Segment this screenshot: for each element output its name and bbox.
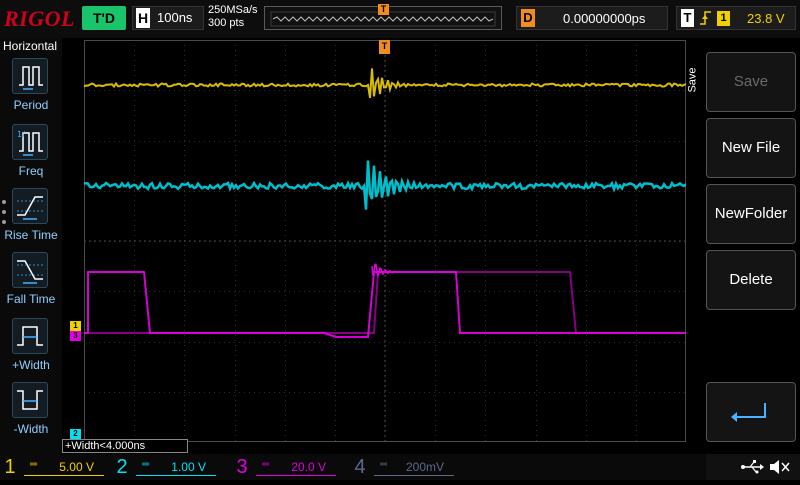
channel-3-ringing	[372, 264, 414, 275]
new-file-button[interactable]: New File	[706, 118, 796, 178]
menu-title: Horizontal	[3, 39, 57, 53]
rise-time-label: Rise Time	[0, 228, 62, 242]
measure-positive-width[interactable]: +Width	[0, 318, 62, 380]
enter-button[interactable]	[706, 382, 796, 442]
trigger-readout[interactable]: T 1 23.8 V	[676, 6, 796, 30]
save-menu: Save Save New File NewFolder Delete	[688, 38, 800, 454]
sample-rate: 250MSa/s	[208, 4, 258, 17]
frequency-label: Freq	[0, 164, 62, 178]
save-button[interactable]: Save	[706, 52, 796, 112]
graticule	[84, 40, 686, 442]
top-status-bar: RIGOL T'D H 100ns 250MSa/s 300 pts T D 0…	[0, 0, 800, 38]
fall-time-icon	[12, 252, 48, 288]
measure-fall-time[interactable]: Fall Time	[0, 252, 62, 314]
menu-side-label: Save	[688, 60, 702, 100]
channel-2-number: 2	[112, 456, 132, 478]
run-state-badge[interactable]: T'D	[82, 6, 126, 30]
rising-edge-icon	[699, 10, 713, 29]
channel-status-bar: 1 ═ 5.00 V 2 ═ 1.00 V 3 ═ 20.0 V 4 ═ 200mV	[0, 454, 800, 480]
waveform-display[interactable]	[84, 40, 686, 442]
timebase-value: 100ns	[157, 10, 192, 25]
negative-width-label: -Width	[0, 422, 62, 436]
channel-2-marker[interactable]: 2	[70, 429, 81, 439]
trigger-time-marker[interactable]: T	[379, 40, 390, 54]
delay-value: 0.00000000ps	[563, 11, 645, 26]
channel-1-number: 1	[0, 456, 20, 478]
trigger-position-marker[interactable]: T	[378, 4, 389, 15]
channel-3-scale: ═ 20.0 V	[256, 458, 336, 476]
enter-return-icon	[707, 383, 795, 441]
trigger-source: 1	[717, 11, 730, 26]
measure-period[interactable]: Period	[0, 58, 62, 120]
horizontal-timebase[interactable]: H 100ns	[132, 6, 204, 30]
channel-1-marker[interactable]: 1	[70, 321, 81, 331]
frequency-icon: 1/	[12, 124, 48, 160]
negative-width-icon	[12, 382, 48, 418]
channel-2-status[interactable]: 2 ═ 1.00 V	[112, 456, 222, 478]
rise-time-icon	[12, 188, 48, 224]
channel-1-scale: ═ 5.00 V	[24, 458, 104, 476]
new-folder-button[interactable]: NewFolder	[706, 184, 796, 244]
channel-1-status[interactable]: 1 ═ 5.00 V	[0, 456, 110, 478]
channel-1-trace	[84, 69, 686, 98]
measure-frequency[interactable]: 1/ Freq	[0, 124, 62, 186]
measure-menu: Horizontal Period 1/ Freq Rise Time Fall…	[0, 38, 62, 454]
delay-readout[interactable]: D 0.00000000ps	[516, 6, 668, 30]
period-icon	[12, 58, 48, 94]
channel-3-marker[interactable]: 3	[70, 331, 81, 341]
measure-rise-time[interactable]: Rise Time	[0, 188, 62, 250]
horizontal-label: H	[136, 8, 150, 28]
delete-button[interactable]: Delete	[706, 250, 796, 310]
channel-2-trace	[84, 161, 686, 210]
positive-width-icon	[12, 318, 48, 354]
period-label: Period	[0, 98, 62, 112]
delay-label: D	[521, 9, 535, 27]
channel-4-scale: ═ 200mV	[374, 458, 454, 476]
trigger-level: 23.8 V	[747, 11, 785, 26]
positive-width-label: +Width	[0, 358, 62, 372]
channel-3-number: 3	[232, 456, 252, 478]
channel-3-status[interactable]: 3 ═ 20.0 V	[232, 456, 342, 478]
status-icons	[706, 454, 800, 480]
brand-logo: RIGOL	[4, 6, 75, 32]
channel-4-number: 4	[350, 456, 370, 478]
fall-time-label: Fall Time	[0, 292, 62, 306]
svg-text:1/: 1/	[17, 130, 25, 139]
channel-2-scale: ═ 1.00 V	[136, 458, 216, 476]
acquisition-info: 250MSa/s 300 pts	[208, 4, 258, 30]
trigger-label: T	[681, 9, 694, 27]
usb-icon	[741, 460, 764, 474]
measure-negative-width[interactable]: -Width	[0, 382, 62, 444]
speaker-muted-icon[interactable]	[770, 460, 789, 474]
channel-4-status[interactable]: 4 ═ 200mV	[350, 456, 460, 478]
memory-depth: 300 pts	[208, 17, 258, 30]
measurement-readout: +Width<4.000ns	[62, 439, 188, 453]
